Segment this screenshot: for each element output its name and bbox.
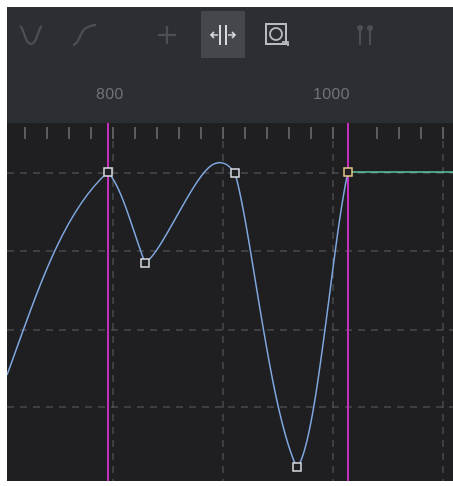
keyframe-selected[interactable] — [343, 167, 353, 177]
linear-curve-button[interactable] — [62, 11, 106, 58]
keyframe[interactable] — [103, 167, 113, 177]
animation-curve[interactable] — [7, 161, 349, 470]
split-tangent-icon — [209, 24, 237, 45]
smooth-tangent-button[interactable] — [9, 11, 53, 58]
keyframe[interactable] — [140, 258, 150, 268]
curve-graph-area[interactable] — [7, 123, 453, 481]
curve-editor-app: 800 1000 — [0, 0, 453, 486]
keyframe[interactable] — [230, 168, 240, 178]
add-key-button[interactable] — [145, 11, 189, 58]
keyframe[interactable] — [292, 462, 302, 472]
curve-editor-panel: 800 1000 — [7, 7, 453, 481]
ruler-label-1000: 1000 — [313, 86, 350, 103]
snap-keys-button[interactable] — [343, 11, 387, 58]
add-key-icon — [158, 25, 176, 44]
ruler-ticks — [24, 127, 444, 139]
split-tangent-button[interactable] — [201, 11, 245, 58]
smooth-tangent-icon — [19, 24, 43, 45]
toolbar — [7, 7, 453, 64]
curve-graph[interactable] — [7, 123, 453, 481]
timeline-ruler[interactable]: 800 1000 — [7, 64, 453, 123]
snap-keys-icon — [357, 24, 373, 45]
zoom-frame-button[interactable] — [255, 11, 299, 58]
keyframes[interactable] — [103, 167, 353, 472]
linear-curve-icon — [72, 23, 97, 46]
ruler-label-800: 800 — [96, 86, 124, 103]
zoom-frame-icon — [265, 22, 289, 46]
grid-lines — [7, 141, 453, 481]
